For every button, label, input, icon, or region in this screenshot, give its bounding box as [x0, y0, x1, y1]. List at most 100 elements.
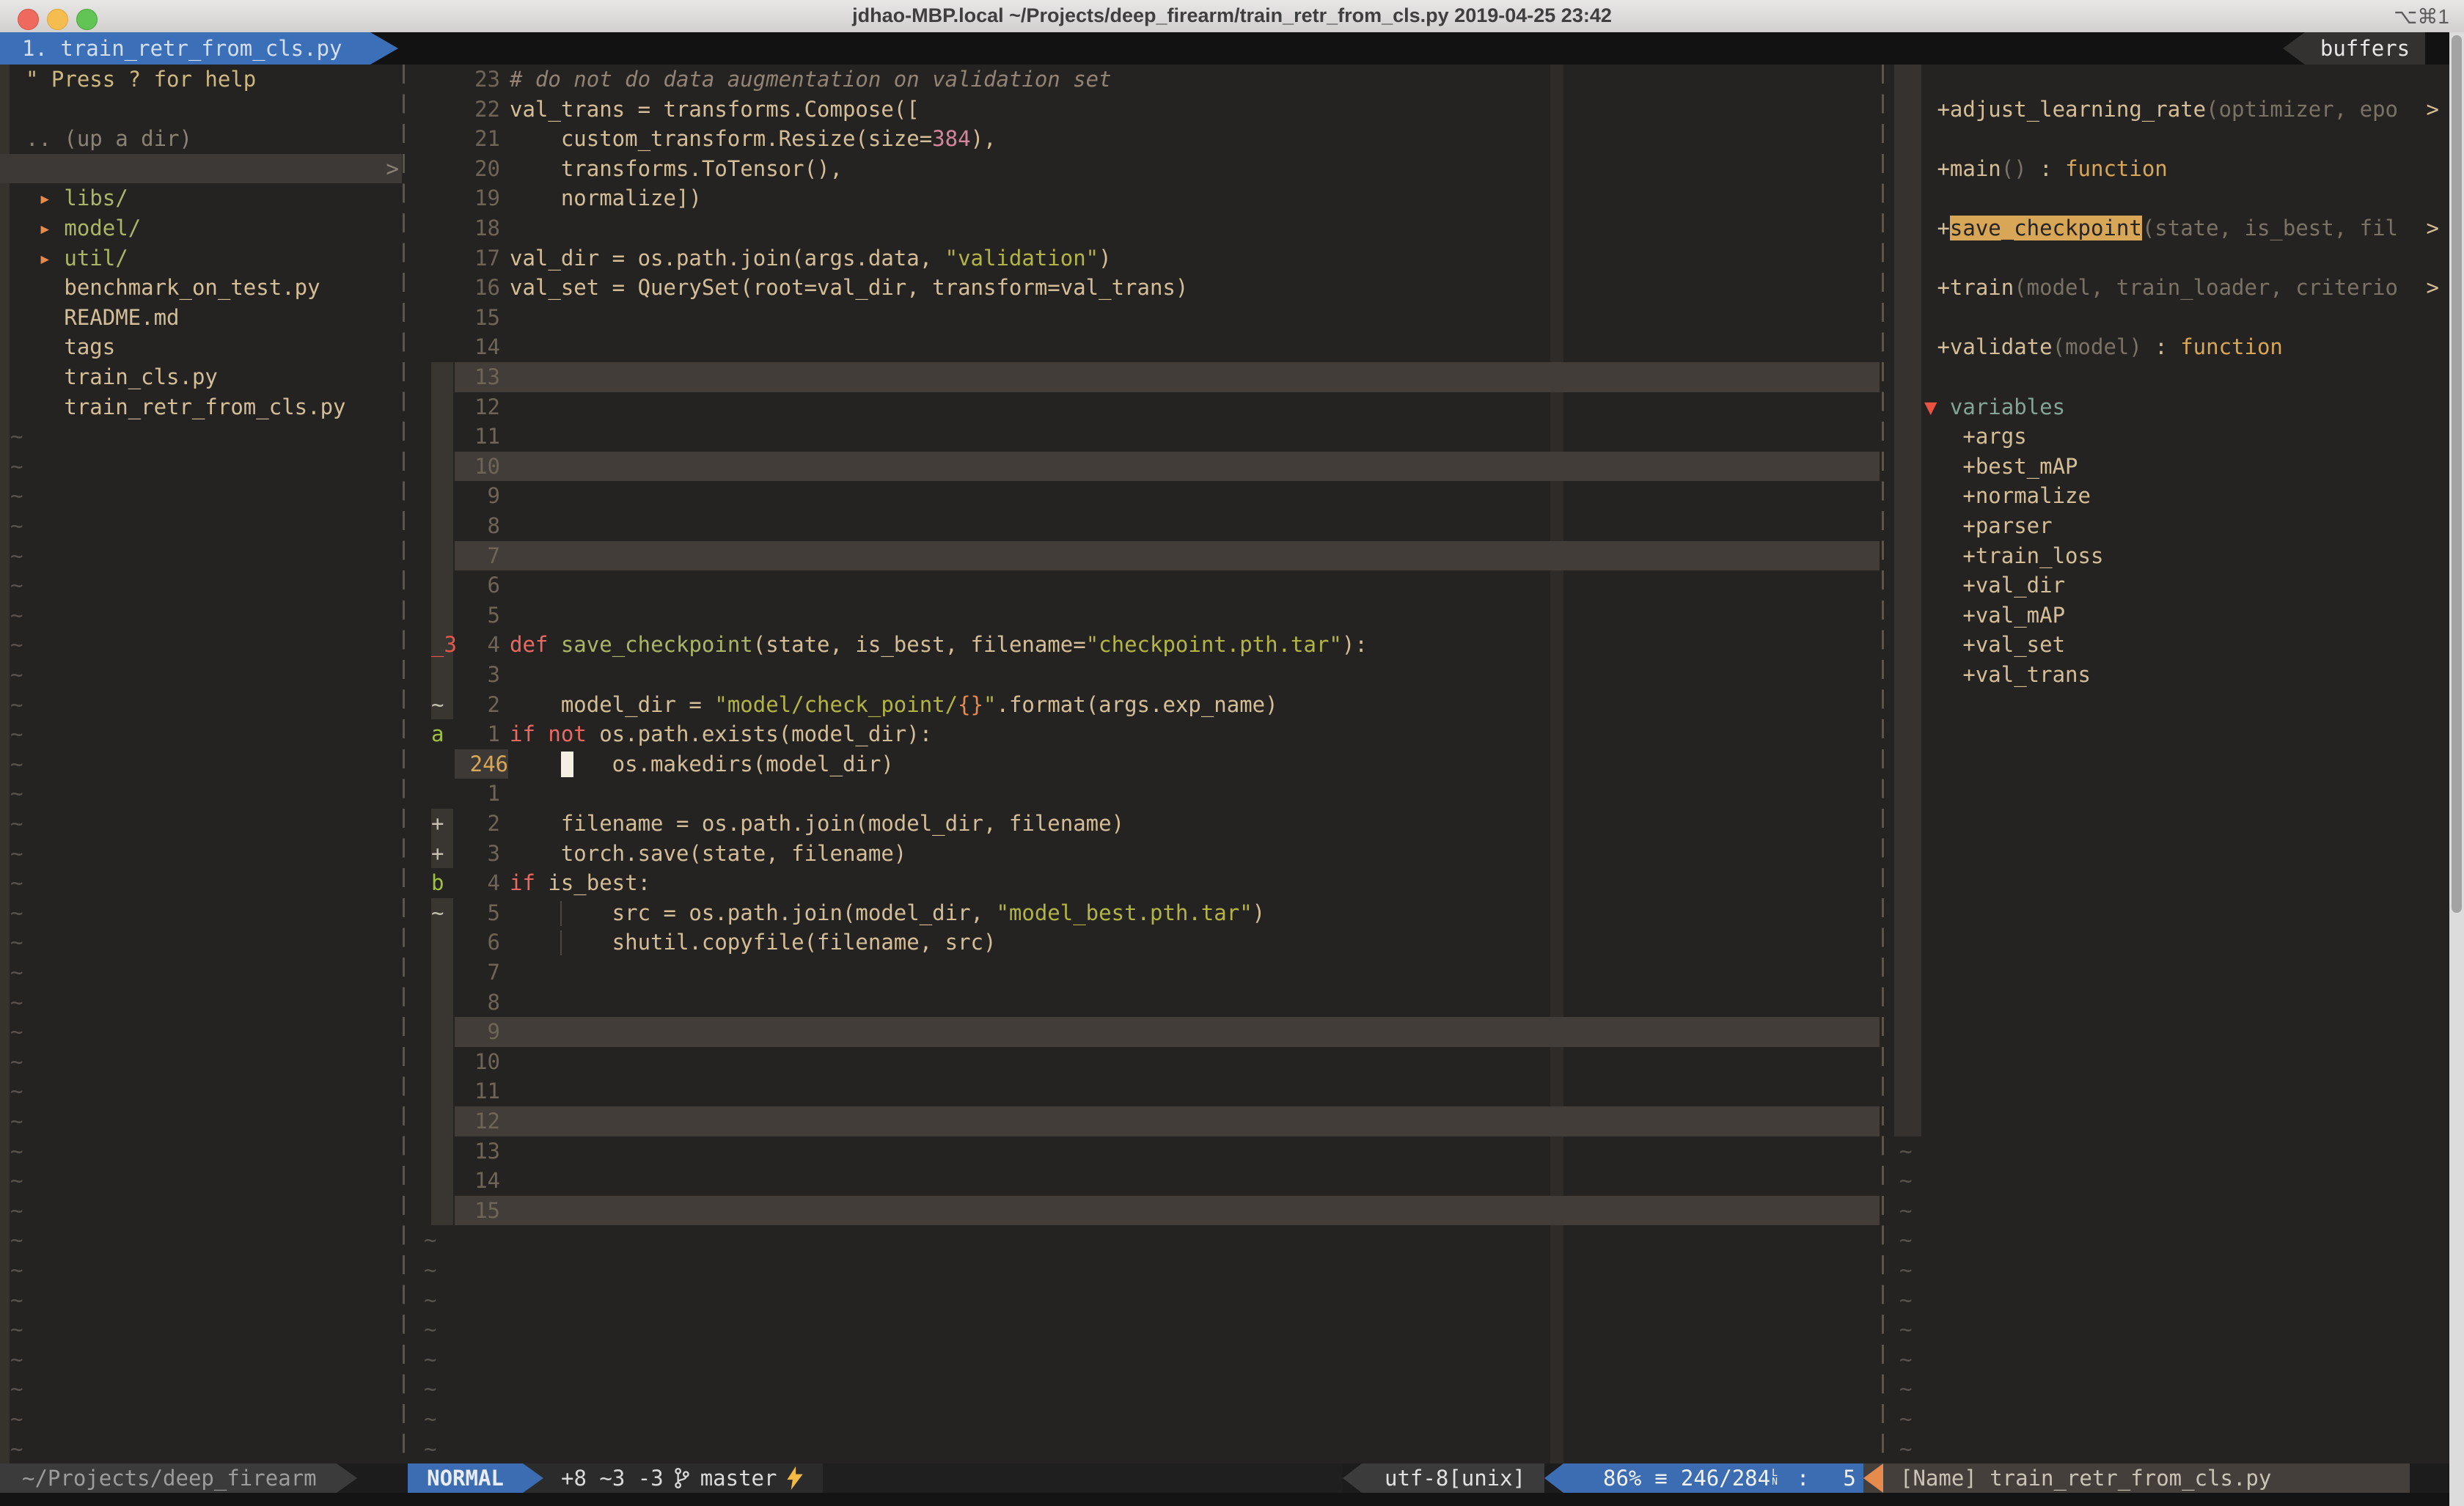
code-line[interactable]: a1if not os.path.exists(model_dir): — [408, 719, 1880, 749]
tag-label: +train_loss — [1894, 541, 2449, 571]
file-tree-item[interactable]: " Press ? for help — [0, 65, 402, 95]
code-line[interactable]: 19 normalize]) — [408, 183, 1880, 213]
tag-item[interactable]: +normalize — [1894, 481, 2449, 511]
code-line[interactable]: 13 — [408, 1136, 1880, 1167]
tag-item[interactable]: +val_set — [1894, 630, 2449, 660]
code-line[interactable]: 23# do not do data augmentation on valid… — [408, 65, 1880, 95]
file-tree-item[interactable]: tags — [0, 332, 402, 362]
tag-item[interactable]: +val_mAP — [1894, 600, 2449, 631]
code-line[interactable]: b4if is_best: — [408, 868, 1880, 898]
sign-column-cell — [431, 541, 453, 571]
code-line[interactable]: 17val_dir = os.path.join(args.data, "val… — [408, 243, 1880, 273]
code-line[interactable]: 246 os.makedirs(model_dir) — [408, 749, 1880, 779]
code-line[interactable]: 1 — [408, 779, 1880, 809]
code-line[interactable]: 11 — [408, 422, 1880, 452]
code-line[interactable]: +2 filename = os.path.join(model_dir, fi… — [408, 809, 1880, 839]
tag-item[interactable]: +val_trans — [1894, 660, 2449, 690]
tree-item-label: ▸ util/ — [0, 243, 402, 273]
editor-panel[interactable]: 23# do not do data augmentation on valid… — [408, 65, 1880, 1463]
tag-item[interactable]: +adjust_learning_rate(optimizer, epo> — [1894, 95, 2449, 125]
tab-train-retr-from-cls[interactable]: 1. train_retr_from_cls.py — [0, 32, 370, 65]
tilde-marker: ~ — [0, 1166, 402, 1196]
tag-item[interactable]: +main() : function — [1894, 154, 2449, 184]
code-line[interactable]: 22val_trans = transforms.Compose([ — [408, 95, 1880, 125]
code-line[interactable]: ~5 src = os.path.join(model_dir, "model_… — [408, 898, 1880, 928]
file-tree-item[interactable]: train_retr_from_cls.py — [0, 392, 402, 422]
file-tree-item[interactable]: .. (up a dir) — [0, 124, 402, 154]
tag-item[interactable]: +train(model, train_loader, criterio> — [1894, 273, 2449, 303]
empty-line: ~ — [0, 660, 402, 690]
statusline-git-segment: +8 ~3 -3 master — [523, 1463, 823, 1493]
fold-line[interactable]: 15+-- 2 lines: if __name__ == "__main__"… — [408, 1196, 1880, 1226]
code-line[interactable]: 9 — [408, 481, 1880, 511]
fold-line[interactable]: 12+-- 15 lines: class AverageMeter(objec… — [408, 1106, 1880, 1136]
sign-column-cell — [431, 213, 453, 243]
gutter-sign: + — [431, 841, 444, 866]
tag-item[interactable]: +validate(model) : function — [1894, 332, 2449, 362]
file-tree-item[interactable]: ▸ libs/ — [0, 183, 402, 213]
code-line[interactable]: +3 torch.save(state, filename) — [408, 839, 1880, 869]
tree-item-label: " Press ? for help — [0, 65, 402, 95]
tag-item[interactable]: +args — [1894, 422, 2449, 452]
code-line[interactable]: 18 — [408, 213, 1880, 243]
code-line[interactable]: 12 — [408, 392, 1880, 422]
buffers-label[interactable]: buffers — [2305, 32, 2425, 65]
gutter-sign: b — [431, 870, 444, 895]
code-line[interactable]: 7 — [408, 958, 1880, 988]
empty-line: ~ — [1894, 1136, 2449, 1167]
tag-item[interactable]: +train_loss — [1894, 541, 2449, 571]
tag-item[interactable]: +save_checkpoint(state, is_best, fil> — [1894, 213, 2449, 243]
tilde-marker: ~ — [0, 719, 402, 749]
file-tree-item[interactable]: benchmark_on_test.py — [0, 273, 402, 303]
code-line[interactable]: 20 transforms.ToTensor(), — [408, 154, 1880, 184]
file-tree-item[interactable]: ▸ util/ — [0, 243, 402, 273]
fold-line[interactable]: 9+-- 9 lines: def adjust_learning_rate(o… — [408, 1017, 1880, 1047]
tag-item[interactable]: +parser — [1894, 511, 2449, 541]
fold-line[interactable]: 10+-- 50 lines: def train(model, train_l… — [408, 452, 1880, 482]
file-tree-item[interactable]: ▸ model/ — [0, 213, 402, 243]
tilde-marker: ~ — [408, 1225, 1880, 1255]
file-tree-item[interactable]: README.md — [0, 303, 402, 333]
code-line[interactable]: 14 — [408, 332, 1880, 362]
file-tree-item[interactable]: train_cls.py — [0, 362, 402, 392]
current-line-number: 246 — [455, 749, 508, 779]
code-line[interactable]: 5 — [408, 600, 1880, 631]
tag-label: +parser — [1894, 511, 2449, 541]
file-tree-item[interactable] — [0, 95, 402, 125]
code-line[interactable]: 10 — [408, 1047, 1880, 1077]
tag-item[interactable]: ▼ variables — [1894, 392, 2449, 422]
tagbar-statusline: [Name] train_retr_from_cls.py — [1863, 1463, 2410, 1493]
sign-column-cell — [431, 243, 453, 273]
tag-item[interactable]: +val_dir — [1894, 570, 2449, 600]
code-line[interactable]: _34def save_checkpoint(state, is_best, f… — [408, 630, 1880, 660]
window-separator[interactable] — [403, 65, 405, 1463]
fold-line[interactable]: 7+-- 35 lines: def validate(model): — [408, 541, 1880, 571]
code-line[interactable]: 11 — [408, 1076, 1880, 1106]
code-line[interactable]: 6 shutil.copyfile(filename, src) — [408, 928, 1880, 958]
code-line[interactable]: 15 — [408, 303, 1880, 333]
scrollbar-thumb[interactable] — [2452, 35, 2462, 913]
code-line[interactable]: 6 — [408, 570, 1880, 600]
tag-item[interactable]: +best_mAP — [1894, 452, 2449, 482]
tilde-marker: ~ — [0, 541, 402, 571]
tag-label: +val_dir — [1894, 570, 2449, 600]
empty-line: ~ — [0, 1345, 402, 1375]
empty-line: ~ — [0, 600, 402, 631]
window-separator[interactable] — [1882, 65, 1884, 1463]
scrollbar-track[interactable] — [2449, 32, 2464, 1506]
line-number: 23 — [455, 65, 500, 95]
code-line[interactable]: 8 — [408, 988, 1880, 1018]
tree-cursorline — [0, 154, 402, 184]
code-line[interactable]: 14 — [408, 1166, 1880, 1196]
command-line[interactable] — [0, 1493, 2464, 1506]
code-line[interactable]: 8 — [408, 511, 1880, 541]
fold-line[interactable]: 13+-- 73 lines: def main(): — [408, 362, 1880, 392]
code-line[interactable]: 16val_set = QuerySet(root=val_dir, trans… — [408, 273, 1880, 303]
code-line[interactable]: 3 — [408, 660, 1880, 690]
line-number: 18 — [455, 213, 500, 243]
code-line[interactable]: 21 custom_transform.Resize(size=384), — [408, 124, 1880, 154]
code-line[interactable]: ~2 model_dir = "model/check_point/{}".fo… — [408, 690, 1880, 720]
file-tree-item[interactable]: </jdhao/Projects/deep_firear> — [0, 154, 402, 184]
tilde-marker: ~ — [0, 1047, 402, 1077]
empty-line: ~ — [0, 898, 402, 928]
